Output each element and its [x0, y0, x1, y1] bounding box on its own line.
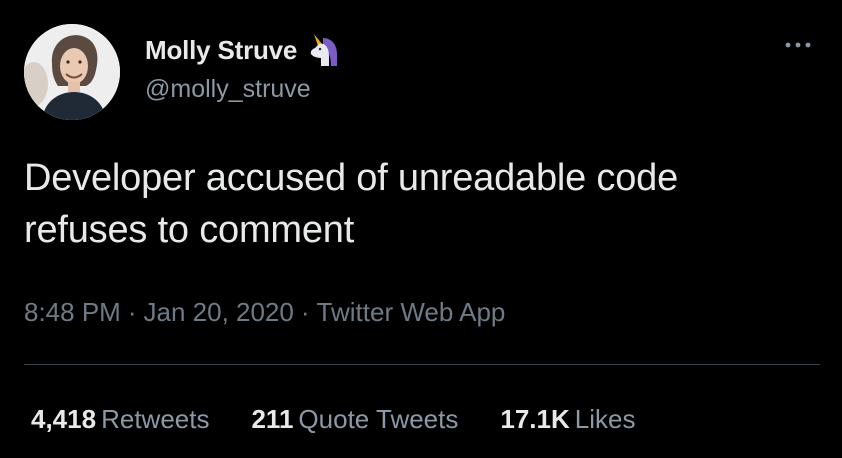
user-handle[interactable]: @molly_struve	[145, 75, 311, 104]
retweets-stat[interactable]: 4,418 Retweets	[31, 404, 209, 435]
unicorn-icon	[305, 32, 341, 68]
quote-tweets-stat[interactable]: 211 Quote Tweets	[251, 404, 458, 435]
likes-count: 17.1K	[500, 404, 570, 434]
name-row: Molly Struve	[145, 32, 341, 68]
display-name[interactable]: Molly Struve	[145, 35, 297, 66]
retweets-count: 4,418	[31, 404, 97, 434]
tweet-date-link[interactable]: Jan 20, 2020	[144, 297, 294, 327]
meta-separator: ·	[300, 297, 310, 327]
tweet-time-link[interactable]: 8:48 PM	[24, 297, 121, 327]
tweet-source-link[interactable]: Twitter Web App	[317, 297, 506, 327]
divider	[24, 364, 820, 365]
tweet-meta: 8:48 PM · Jan 20, 2020 · Twitter Web App	[24, 297, 505, 328]
meta-separator: ·	[127, 297, 137, 327]
more-dots-icon	[785, 42, 811, 48]
retweets-label: Retweets	[101, 404, 210, 434]
quote-tweets-label: Quote Tweets	[298, 404, 459, 434]
likes-stat[interactable]: 17.1K Likes	[500, 404, 635, 435]
avatar[interactable]	[24, 24, 120, 120]
tweet-text-line: refuses to comment	[24, 209, 355, 251]
quote-tweets-count: 211	[251, 404, 294, 434]
avatar-photo	[24, 24, 120, 120]
tweet-stats: 4,418 Retweets 211 Quote Tweets 17.1K Likes	[31, 404, 677, 435]
tweet-card: Molly Struve @molly_struve Developer acc…	[0, 0, 842, 458]
more-options-button[interactable]	[778, 30, 818, 60]
likes-label: Likes	[574, 404, 636, 434]
tweet-text: Developer accused of unreadable code ref…	[24, 152, 814, 256]
tweet-text-line: Developer accused of unreadable code	[24, 157, 679, 199]
